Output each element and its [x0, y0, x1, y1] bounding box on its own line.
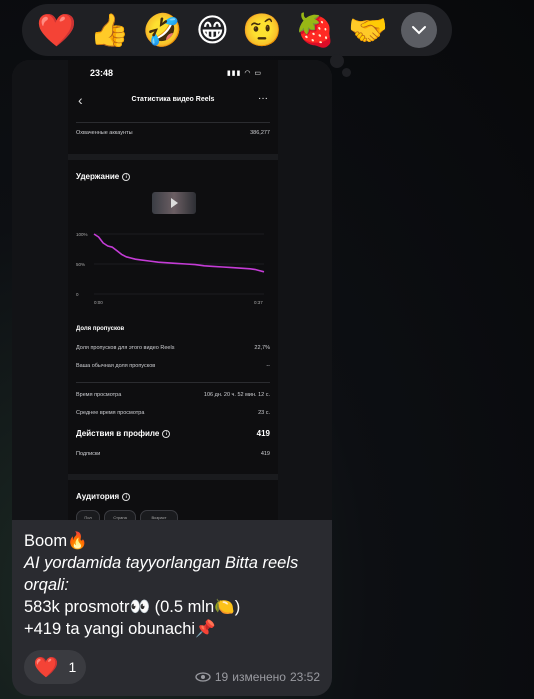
- more-dots-icon: ···: [258, 93, 268, 104]
- message-reaction-chip[interactable]: ❤️ 1: [24, 650, 86, 684]
- info-icon: i: [162, 429, 171, 438]
- reaction-picker: ❤️ 👍 🤣 😁 🤨 🍓 🤝: [22, 4, 452, 56]
- audience-tab-gender: Пол: [76, 510, 100, 520]
- play-icon: [171, 198, 178, 208]
- reaction-rofl[interactable]: 🤣: [143, 14, 183, 46]
- y-tick-label: 0: [76, 292, 79, 297]
- video-thumbnail: [152, 192, 196, 214]
- audience-tab-country: Страна: [104, 510, 136, 520]
- edited-label: изменено: [232, 670, 286, 684]
- divider: [76, 122, 270, 123]
- reaction-grin[interactable]: 😁: [196, 14, 229, 46]
- media-blur-left: [12, 60, 68, 520]
- status-bar: 23:48 ▮▮▮ ◠ ▭: [68, 68, 278, 82]
- avg-time-label: Среднее время просмотра: [76, 410, 145, 416]
- reach-label: Охваченные аккаунты: [76, 130, 133, 136]
- picker-tail-small: [342, 68, 351, 77]
- instagram-screenshot: 23:48 ▮▮▮ ◠ ▭ ‹ Статистика видео Reels ·…: [68, 60, 278, 520]
- usual-skip-value: --: [266, 363, 270, 369]
- audience-tab-age: Возраст: [140, 510, 178, 520]
- usual-skip-label: Ваша обычная доля пропусков: [76, 363, 156, 369]
- reaction-raised-eyebrow[interactable]: 🤨: [242, 14, 282, 46]
- retention-title: Удержание i: [76, 172, 131, 181]
- screen-title: Статистика видео Reels: [131, 96, 215, 103]
- y-tick-label: 100%: [76, 232, 88, 237]
- reaction-handshake[interactable]: 🤝: [348, 14, 388, 46]
- section-divider: [68, 154, 278, 160]
- nav-bar: ‹ Статистика видео Reels ···: [68, 92, 278, 108]
- message-line-2: AI yordamida tayyorlangan Bitta reels or…: [24, 554, 299, 594]
- eye-icon: [195, 672, 211, 682]
- skip-rate-value: 22,7%: [254, 345, 270, 351]
- media-blur-right: [276, 60, 332, 520]
- retention-chart: 100% 50% 0 0:00 0:37: [76, 232, 265, 305]
- reaction-heart[interactable]: ❤️: [37, 14, 77, 46]
- follows-label: Подписки: [76, 451, 101, 457]
- y-tick-label: 50%: [76, 262, 85, 267]
- profile-actions-title: Действия в профиле i: [76, 429, 171, 438]
- heart-icon: ❤️: [33, 655, 59, 679]
- message-line-4: +419 ta yangi obunachi📌: [24, 620, 216, 638]
- x-tick-label: 0:37: [254, 300, 263, 305]
- watch-time-value: 106 дн. 20 ч. 52 мин. 12 с.: [203, 392, 270, 398]
- audience-title: Аудитория i: [76, 492, 131, 501]
- chevron-down-icon: [412, 26, 427, 35]
- reaction-thumbs-up[interactable]: 👍: [90, 14, 130, 46]
- status-time: 23:48: [90, 68, 114, 78]
- picker-tail-large: [330, 54, 344, 68]
- section-divider: [68, 474, 278, 480]
- reaction-count: 1: [68, 659, 77, 675]
- message-bubble[interactable]: 23:48 ▮▮▮ ◠ ▭ ‹ Статистика видео Reels ·…: [12, 60, 332, 696]
- avg-time-value: 23 с.: [258, 410, 270, 416]
- more-reactions-button[interactable]: [401, 12, 438, 48]
- skip-rate-title: Доля пропусков: [76, 326, 125, 332]
- follows-value: 419: [260, 451, 270, 457]
- message-line-1: Boom🔥: [24, 532, 88, 550]
- reaction-strawberry[interactable]: 🍓: [295, 14, 335, 46]
- retention-series-line: [93, 233, 265, 273]
- watch-time-label: Время просмотра: [76, 392, 122, 398]
- message-media[interactable]: 23:48 ▮▮▮ ◠ ▭ ‹ Статистика видео Reels ·…: [12, 60, 332, 520]
- message-time: 23:52: [289, 670, 320, 684]
- divider: [76, 382, 270, 383]
- skip-rate-label: Доля пропусков для этого видео Reels: [76, 345, 175, 351]
- reach-value: 386,277: [250, 130, 270, 136]
- info-icon: i: [122, 492, 131, 501]
- message-meta: 19 изменено 23:52: [195, 670, 320, 684]
- x-tick-label: 0:00: [94, 300, 103, 305]
- message-text: Boom🔥 AI yordamida tayyorlangan Bitta re…: [24, 530, 324, 640]
- info-icon: i: [122, 172, 131, 181]
- view-count: 19: [214, 670, 229, 684]
- message-line-3: 583k prosmotr👀 (0.5 mln🍋): [24, 598, 241, 616]
- signal-wifi-battery-icon: ▮▮▮ ◠ ▭: [226, 70, 262, 77]
- profile-actions-value: 419: [256, 429, 270, 438]
